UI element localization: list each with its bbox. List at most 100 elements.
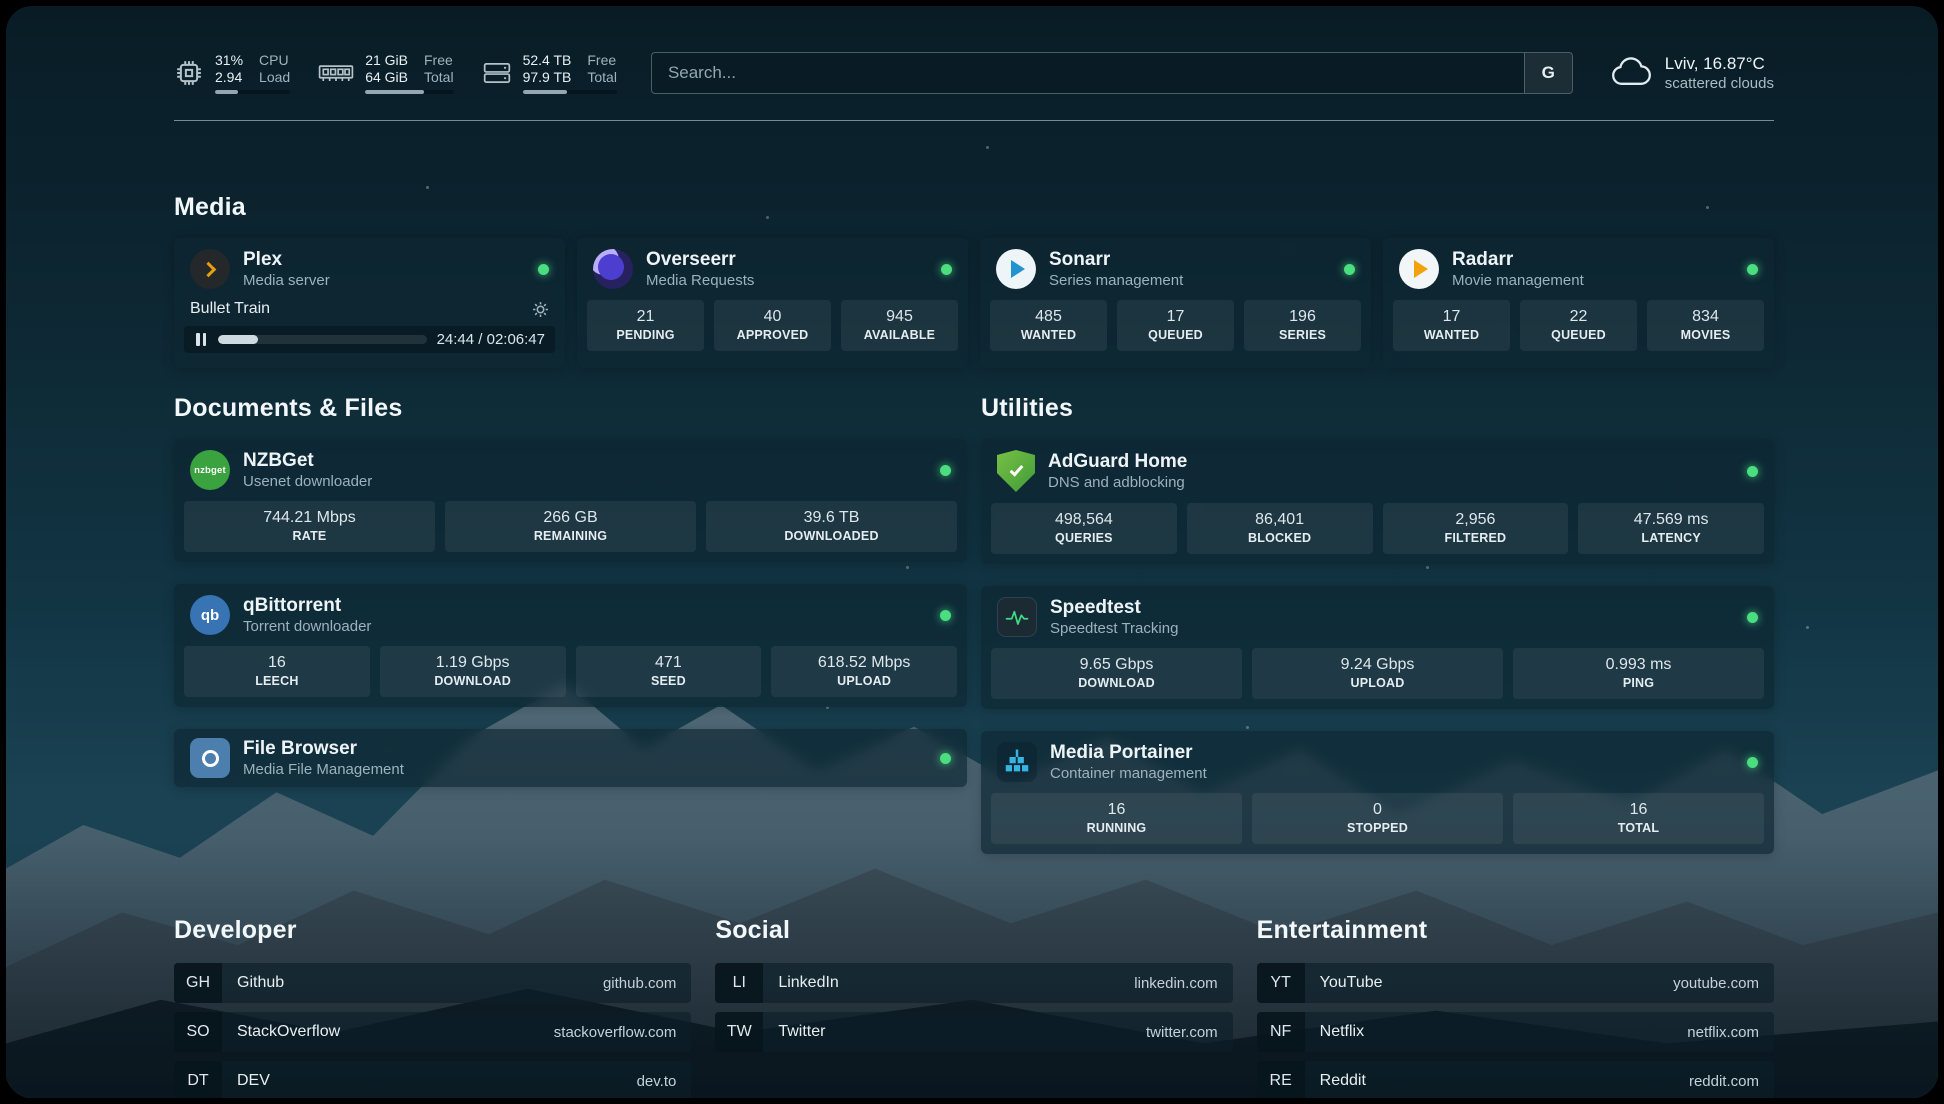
bookmark-url: stackoverflow.com (554, 1024, 677, 1041)
service-desc: Torrent downloader (243, 618, 371, 635)
service-name: AdGuard Home (1048, 451, 1187, 473)
ram-total-label: Total (424, 69, 454, 86)
stat-wanted: 485WANTED (990, 300, 1107, 351)
service-name: File Browser (243, 738, 404, 760)
bookmark-netflix[interactable]: NF Netflix netflix.com (1257, 1012, 1774, 1052)
status-dot (940, 610, 951, 621)
stat-queries: 498,564QUERIES (991, 503, 1177, 554)
cloud-icon (1607, 55, 1653, 91)
now-playing-title: Bullet Train (190, 300, 270, 318)
service-name: Speedtest (1050, 597, 1178, 619)
cpu-usage-label: CPU (259, 52, 290, 69)
overseerr-icon (593, 249, 633, 289)
pause-button[interactable] (194, 331, 208, 348)
cpu-load-label: Load (259, 69, 290, 86)
speedtest-icon (997, 597, 1037, 637)
stat-series: 196SERIES (1244, 300, 1361, 351)
stat-movies: 834MOVIES (1647, 300, 1764, 351)
gear-icon[interactable] (532, 301, 549, 318)
bookmark-abbr: NF (1257, 1012, 1305, 1052)
service-name: Sonarr (1049, 249, 1183, 271)
service-card-plex[interactable]: Plex Media server Bullet Train (174, 238, 565, 368)
nzbget-icon: nzbget (190, 450, 230, 490)
ram-stat: 21 GiB Free 64 GiB Total (318, 52, 453, 94)
service-desc: Speedtest Tracking (1050, 620, 1178, 637)
bookmark-url: reddit.com (1689, 1073, 1759, 1090)
stat-remaining: 266 GBREMAINING (445, 501, 696, 552)
service-card-radarr[interactable]: Radarr Movie management 17WANTED 22QUEUE… (1383, 238, 1774, 368)
section-title-entertainment: Entertainment (1257, 916, 1774, 945)
bookmark-abbr: GH (174, 963, 222, 1003)
header-divider (174, 120, 1774, 121)
status-dot (1747, 612, 1758, 623)
portainer-icon (997, 742, 1037, 782)
stat-upload: 9.24 GbpsUPLOAD (1252, 648, 1503, 699)
stat-total: 16TOTAL (1513, 793, 1764, 844)
service-desc: Usenet downloader (243, 473, 372, 490)
stat-downloaded: 39.6 TBDOWNLOADED (706, 501, 957, 552)
weather-widget[interactable]: Lviv, 16.87°C scattered clouds (1607, 54, 1774, 92)
bookmark-name: DEV (237, 1072, 270, 1090)
weather-location: Lviv, 16.87°C (1665, 54, 1774, 74)
stat-latency: 47.569 msLATENCY (1578, 503, 1764, 554)
status-dot (1747, 264, 1758, 275)
search-input[interactable] (652, 53, 1524, 93)
stat-download: 9.65 GbpsDOWNLOAD (991, 648, 1242, 699)
service-name: qBittorrent (243, 595, 371, 617)
disk-icon (482, 60, 512, 86)
bookmark-name: Twitter (778, 1023, 825, 1041)
radarr-icon (1399, 249, 1439, 289)
service-desc: Media File Management (243, 761, 404, 778)
disk-total-value: 97.9 TB (523, 69, 572, 86)
bookmark-url: github.com (603, 975, 676, 992)
bookmark-group-developer: Developer GH Github github.com SO StackO… (174, 916, 691, 1098)
service-card-overseerr[interactable]: Overseerr Media Requests 21PENDING 40APP… (577, 238, 968, 368)
disk-stat: 52.4 TB Free 97.9 TB Total (482, 52, 617, 94)
bookmark-stackoverflow[interactable]: SO StackOverflow stackoverflow.com (174, 1012, 691, 1052)
service-card-sonarr[interactable]: Sonarr Series management 485WANTED 17QUE… (980, 238, 1371, 368)
bookmark-name: StackOverflow (237, 1023, 340, 1041)
bookmark-youtube[interactable]: YT YouTube youtube.com (1257, 963, 1774, 1003)
section-title-utilities: Utilities (981, 394, 1774, 423)
service-desc: Movie management (1452, 272, 1584, 289)
service-card-adguard[interactable]: AdGuard Home DNS and adblocking 498,564Q… (981, 439, 1774, 564)
service-desc: Series management (1049, 272, 1183, 289)
sonarr-icon (996, 249, 1036, 289)
bookmark-abbr: SO (174, 1012, 222, 1052)
service-name: NZBGet (243, 450, 372, 472)
service-card-qbittorrent[interactable]: qb qBittorrent Torrent downloader 16LEEC… (174, 584, 967, 707)
ram-total-value: 64 GiB (365, 69, 408, 86)
stat-rate: 744.21 MbpsRATE (184, 501, 435, 552)
plex-icon (190, 249, 230, 289)
bookmark-github[interactable]: GH Github github.com (174, 963, 691, 1003)
service-card-nzbget[interactable]: nzbget NZBGet Usenet downloader 744.21 M… (174, 439, 967, 562)
stat-download: 1.19 GbpsDOWNLOAD (380, 646, 566, 697)
bookmark-name: Reddit (1320, 1072, 1366, 1090)
stat-available: 945AVAILABLE (841, 300, 958, 351)
stat-running: 16RUNNING (991, 793, 1242, 844)
section-title-media: Media (174, 193, 1774, 222)
bookmark-abbr: DT (174, 1061, 222, 1098)
service-desc: Media Requests (646, 272, 754, 289)
bookmark-abbr: LI (715, 963, 763, 1003)
adguard-shield-icon (997, 450, 1035, 492)
bookmark-twitter[interactable]: TW Twitter twitter.com (715, 1012, 1232, 1052)
bookmark-reddit[interactable]: RE Reddit reddit.com (1257, 1061, 1774, 1098)
stat-wanted: 17WANTED (1393, 300, 1510, 351)
status-dot (538, 264, 549, 275)
bookmark-url: twitter.com (1146, 1024, 1218, 1041)
search-engine-button[interactable]: G (1524, 53, 1572, 93)
playback-progress-track[interactable] (218, 335, 427, 344)
service-card-portainer[interactable]: Media Portainer Container management 16R… (981, 731, 1774, 854)
bookmark-dev[interactable]: DT DEV dev.to (174, 1061, 691, 1098)
cpu-stat: 31% CPU 2.94 Load (174, 52, 290, 94)
bookmark-linkedin[interactable]: LI LinkedIn linkedin.com (715, 963, 1232, 1003)
bookmark-url: dev.to (637, 1073, 677, 1090)
section-title-social: Social (715, 916, 1232, 945)
bookmark-name: Netflix (1320, 1023, 1364, 1041)
service-card-speedtest[interactable]: Speedtest Speedtest Tracking 9.65 GbpsDO… (981, 586, 1774, 709)
service-name: Media Portainer (1050, 742, 1207, 764)
bookmark-abbr: YT (1257, 963, 1305, 1003)
system-stats: 31% CPU 2.94 Load (174, 52, 617, 94)
service-card-filebrowser[interactable]: File Browser Media File Management (174, 729, 967, 787)
